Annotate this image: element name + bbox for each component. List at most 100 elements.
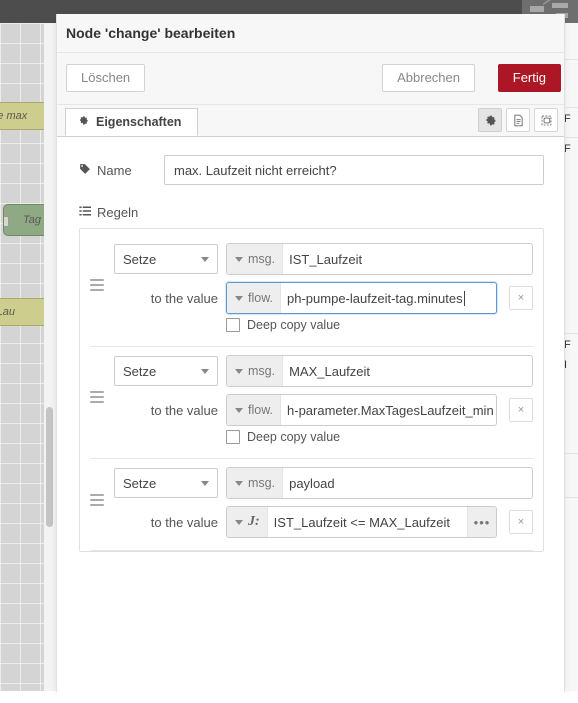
rule-value-line: to the value J: IST_Laufzeit <= MAX_Lauf… — [114, 506, 533, 538]
rule-property-field[interactable]: msg. payload — [226, 467, 533, 499]
value-type-label: flow. — [248, 403, 274, 417]
tab-icon-group — [478, 108, 558, 132]
rule-value-line: to the value flow. h-parameter.MaxTagesL… — [114, 394, 533, 426]
node-input-port[interactable] — [4, 216, 9, 227]
value-type-select[interactable]: J: — [227, 507, 268, 537]
deep-copy-checkbox[interactable] — [226, 318, 240, 332]
palette-item[interactable]: I — [564, 359, 578, 372]
property-type-label: msg. — [248, 252, 276, 266]
flow-node[interactable]: mpe max — [0, 102, 49, 130]
delete-button[interactable]: Löschen — [66, 64, 146, 92]
done-button[interactable]: Fertig — [497, 64, 561, 92]
rule-value-field[interactable]: J: IST_Laufzeit <= MAX_Laufzeit ••• — [226, 506, 497, 538]
deep-copy-checkbox[interactable] — [226, 430, 240, 444]
rule-operation-select[interactable]: Setze — [114, 468, 218, 498]
dialog-title: Node 'change' bearbeiten — [57, 14, 564, 53]
palette-item[interactable]: F — [564, 143, 578, 156]
description-icon-button[interactable] — [506, 108, 530, 132]
rule-operation-value: Setze — [123, 251, 157, 267]
jsonata-icon: J: — [248, 514, 260, 529]
property-value[interactable]: MAX_Laufzeit — [283, 356, 532, 386]
flow-node-label: ax.Lau — [0, 305, 16, 318]
rule-operation-value: Setze — [123, 475, 157, 491]
rules-label-text: Regeln — [97, 205, 139, 220]
remove-rule-button[interactable]: × — [509, 286, 533, 310]
chevron-down-icon — [201, 480, 209, 486]
rule-value-field[interactable]: flow. ph-pumpe-laufzeit-tag.minutes — [226, 282, 497, 314]
gear-icon-button[interactable] — [478, 108, 502, 132]
deep-copy-label: Deep copy value — [247, 318, 341, 332]
rule-operation-select[interactable]: Setze — [114, 356, 218, 386]
to-the-value-label: to the value — [150, 514, 218, 530]
name-row: Name — [57, 137, 564, 185]
drag-handle[interactable] — [90, 278, 104, 294]
remove-rule-button[interactable]: × — [509, 398, 533, 422]
drag-handle[interactable] — [90, 493, 104, 509]
rule-divider — [90, 550, 533, 551]
value-input[interactable]: IST_Laufzeit <= MAX_Laufzeit — [268, 507, 467, 537]
palette-item[interactable]: F — [564, 113, 578, 126]
value-input[interactable]: ph-pumpe-laufzeit-tag.minutes — [281, 283, 496, 313]
to-the-value-label: to the value — [150, 290, 218, 306]
flow-node-label: Tag — [23, 213, 41, 226]
appearance-icon-button[interactable] — [534, 108, 558, 132]
flow-node[interactable]: ax.Lau — [0, 298, 49, 326]
value-type-select[interactable]: flow. — [227, 395, 282, 425]
rule-row: Setze msg. payload to the value J: IST_L… — [80, 459, 543, 546]
flow-node-label: mpe max — [0, 109, 28, 122]
deep-copy-row: Deep copy value — [114, 318, 533, 332]
rule-property-line: Setze msg. payload — [114, 467, 533, 499]
chevron-down-icon — [235, 480, 243, 486]
property-value[interactable]: IST_Laufzeit — [283, 244, 532, 274]
tab-label: Eigenschaften — [96, 114, 182, 129]
dialog-toolbar: Löschen Abbrechen Fertig — [57, 53, 564, 105]
chevron-down-icon — [235, 368, 243, 374]
list-icon — [79, 205, 91, 220]
property-type-select[interactable]: msg. — [227, 468, 284, 498]
tab-eigenschaften[interactable]: Eigenschaften — [65, 108, 199, 136]
property-type-select[interactable]: msg. — [227, 244, 284, 274]
rules-label: Regeln — [57, 185, 564, 220]
palette-item[interactable]: F — [564, 339, 578, 352]
edit-node-dialog: Node 'change' bearbeiten Löschen Abbrech… — [56, 14, 565, 703]
tag-icon — [79, 163, 91, 178]
dialog-body: Name Regeln — [57, 137, 564, 703]
rule-property-line: Setze msg. MAX_Laufzeit — [114, 355, 533, 387]
name-label-text: Name — [97, 162, 132, 178]
rule-operation-value: Setze — [123, 363, 157, 379]
logo-shape-1 — [530, 6, 544, 12]
node-red-editor: mpe max Tag ax.Lau F F F I Node 'change'… — [0, 0, 578, 703]
rule-row: Setze msg. IST_Laufzeit to the value flo… — [80, 235, 543, 340]
rule-property-field[interactable]: msg. MAX_Laufzeit — [226, 355, 533, 387]
rule-property-line: Setze msg. IST_Laufzeit — [114, 243, 533, 275]
property-type-select[interactable]: msg. — [227, 356, 284, 386]
expand-expression-button[interactable]: ••• — [467, 507, 496, 537]
rules-list: Setze msg. IST_Laufzeit to the value flo… — [79, 228, 544, 552]
value-input[interactable]: h-parameter.MaxTagesLaufzeit_min — [281, 395, 496, 425]
canvas-scrollbar-thumb[interactable] — [46, 407, 53, 527]
dialog-tabbar: Eigenschaften — [57, 105, 564, 137]
remove-rule-button[interactable]: × — [509, 510, 533, 534]
rule-value-field[interactable]: flow. h-parameter.MaxTagesLaufzeit_min — [226, 394, 497, 426]
chevron-down-icon — [201, 368, 209, 374]
to-the-value-label: to the value — [150, 402, 218, 418]
flow-canvas[interactable]: mpe max Tag ax.Lau — [0, 23, 64, 691]
deep-copy-label: Deep copy value — [247, 430, 341, 444]
chevron-down-icon — [201, 256, 209, 262]
drag-handle[interactable] — [90, 390, 104, 406]
value-type-select[interactable]: flow. — [227, 283, 282, 313]
rule-value-line: to the value flow. ph-pumpe-laufzeit-tag… — [114, 282, 533, 314]
chevron-down-icon — [235, 256, 243, 262]
deep-copy-row: Deep copy value — [114, 430, 533, 444]
value-type-label: flow. — [248, 291, 274, 305]
property-type-label: msg. — [248, 476, 276, 490]
property-value[interactable]: payload — [283, 468, 532, 498]
chevron-down-icon — [235, 295, 243, 301]
chevron-down-icon — [235, 519, 243, 525]
name-label: Name — [79, 163, 164, 178]
rule-operation-select[interactable]: Setze — [114, 244, 218, 274]
gear-icon — [78, 109, 89, 136]
rule-property-field[interactable]: msg. IST_Laufzeit — [226, 243, 533, 275]
cancel-button[interactable]: Abbrechen — [382, 64, 475, 92]
name-input[interactable] — [164, 155, 544, 185]
